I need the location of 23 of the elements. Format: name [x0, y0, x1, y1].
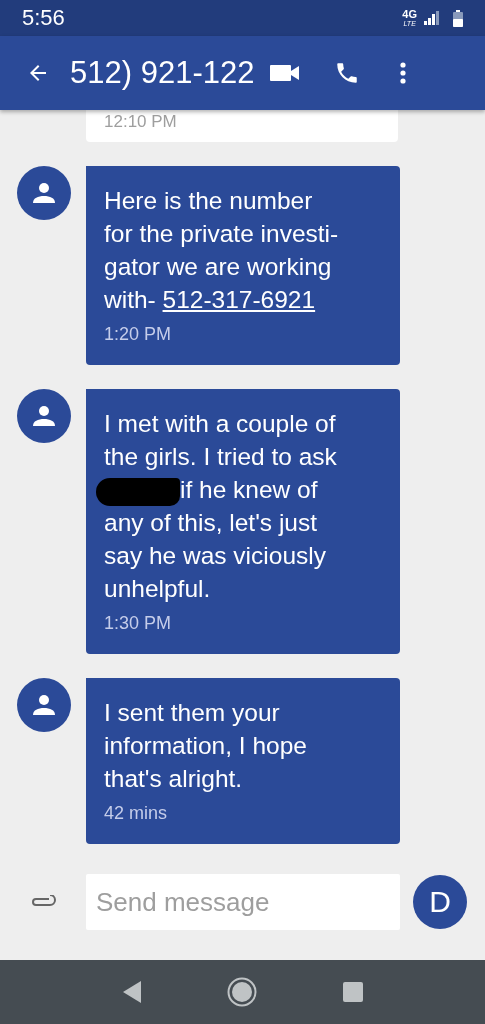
message-text: Here is the number for the private investi- gator we are working with- 512-317-6921	[104, 186, 340, 315]
message-text: I sent them your information, I hope that's alright.	[104, 698, 308, 794]
message-time: 42 mins	[104, 803, 169, 824]
recents-nav-icon[interactable]	[342, 982, 363, 1002]
battery-icon	[453, 9, 463, 27]
back-nav-icon[interactable]	[122, 981, 141, 1003]
avatar-icon	[17, 678, 71, 732]
signal-icon	[423, 10, 439, 26]
send-button[interactable]: D	[413, 875, 467, 929]
network-label: 4G	[402, 9, 417, 20]
message-time: 12:10 PM	[104, 112, 177, 132]
video-call-icon[interactable]	[270, 63, 301, 83]
more-icon[interactable]	[400, 61, 407, 85]
home-nav-icon[interactable]	[226, 977, 257, 1007]
message-time: 1:20 PM	[104, 324, 173, 345]
avatar-icon	[17, 389, 71, 443]
status-time: 5:56	[22, 5, 65, 31]
message-time: 1:30 PM	[104, 613, 173, 634]
avatar-icon	[17, 166, 71, 220]
message-text: I met with a couple of the girls. I tried to ask if he knew of any of this, let's just say he was viciously unhelpful.	[104, 407, 384, 605]
contact-title: 512) 921-122	[70, 55, 255, 91]
phone-link[interactable]: 512-317-6921	[162, 286, 316, 313]
message-field[interactable]: Send message	[86, 874, 400, 930]
